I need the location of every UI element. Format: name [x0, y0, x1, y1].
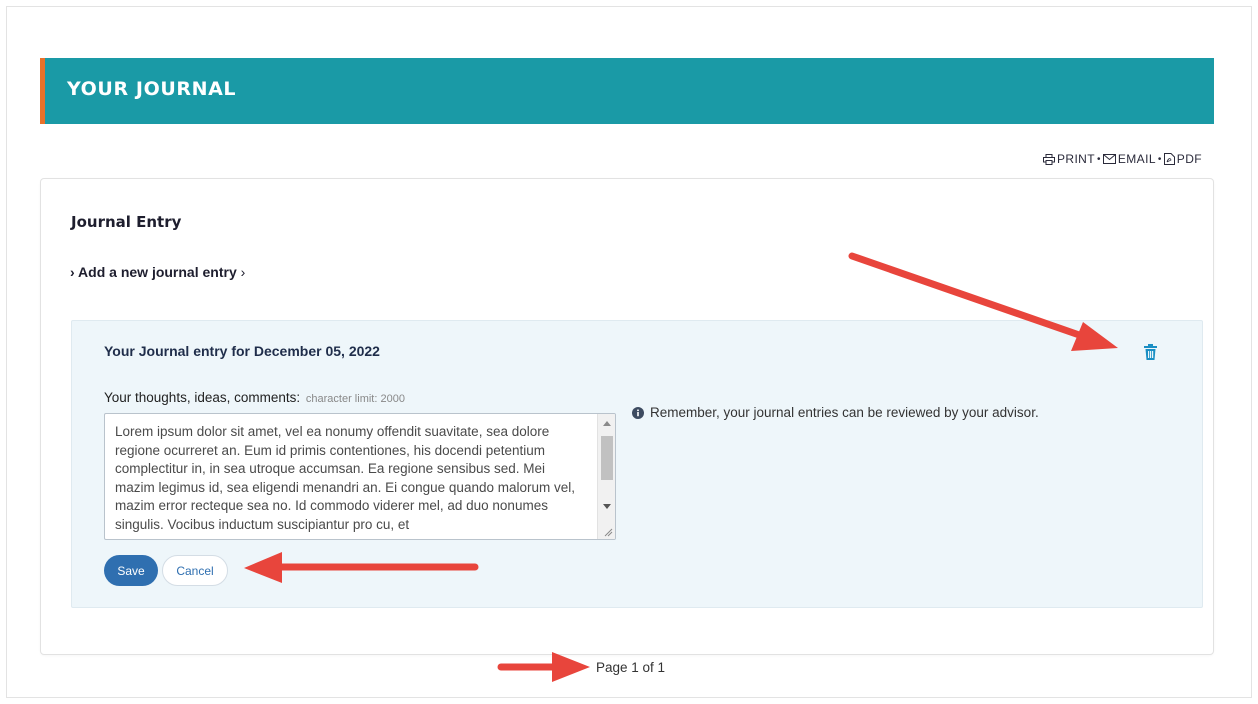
advisor-info: Remember, your journal entries can be re…: [632, 405, 1039, 420]
card-title: Journal Entry: [71, 213, 182, 231]
separator: •: [1157, 153, 1162, 165]
pagination: Page 1 of 1: [596, 660, 666, 675]
info-circle-icon: [632, 406, 644, 419]
journal-text[interactable]: Lorem ipsum dolor sit amet, vel ea nonum…: [105, 414, 597, 539]
journal-entry-panel: Your Journal entry for December 05, 2022…: [71, 320, 1203, 608]
print-link[interactable]: PRINT: [1042, 152, 1095, 166]
envelope-icon: [1102, 154, 1116, 164]
export-actions: PRINT • EMAIL • PDF: [1042, 152, 1202, 166]
email-label: EMAIL: [1117, 152, 1156, 166]
pdf-label: PDF: [1176, 152, 1202, 166]
add-journal-entry-link[interactable]: › Add a new journal entry ›: [70, 264, 245, 280]
chevron-right-icon: ›: [240, 264, 246, 280]
save-button[interactable]: Save: [104, 555, 158, 586]
scroll-thumb[interactable]: [601, 436, 613, 480]
resize-grip-icon[interactable]: [603, 527, 613, 537]
scroll-down-arrow[interactable]: [603, 504, 611, 509]
print-label: PRINT: [1056, 152, 1095, 166]
thoughts-label: Your thoughts, ideas, comments: characte…: [104, 390, 405, 405]
info-text: Remember, your journal entries can be re…: [650, 405, 1039, 420]
journal-card: Journal Entry › Add a new journal entry …: [40, 178, 1214, 655]
character-limit: character limit: 2000: [305, 393, 405, 405]
chevron-right-icon: ›: [70, 264, 75, 280]
entry-title: Your Journal entry for December 05, 2022: [104, 343, 380, 359]
add-entry-label: Add a new journal entry: [78, 264, 237, 280]
printer-icon: [1042, 153, 1055, 165]
scroll-up-arrow[interactable]: [603, 421, 611, 426]
textarea-scrollbar[interactable]: [597, 414, 615, 539]
email-link[interactable]: EMAIL: [1102, 152, 1156, 166]
journal-banner: YOUR JOURNAL: [40, 58, 1214, 124]
journal-textarea[interactable]: Lorem ipsum dolor sit amet, vel ea nonum…: [104, 413, 616, 540]
pdf-file-icon: [1163, 153, 1175, 165]
banner-title: YOUR JOURNAL: [67, 78, 237, 100]
pdf-link[interactable]: PDF: [1163, 152, 1202, 166]
thoughts-label-text: Your thoughts, ideas, comments:: [104, 390, 301, 405]
cancel-button[interactable]: Cancel: [162, 555, 228, 586]
trash-icon[interactable]: [1144, 344, 1157, 365]
separator: •: [1096, 153, 1101, 165]
